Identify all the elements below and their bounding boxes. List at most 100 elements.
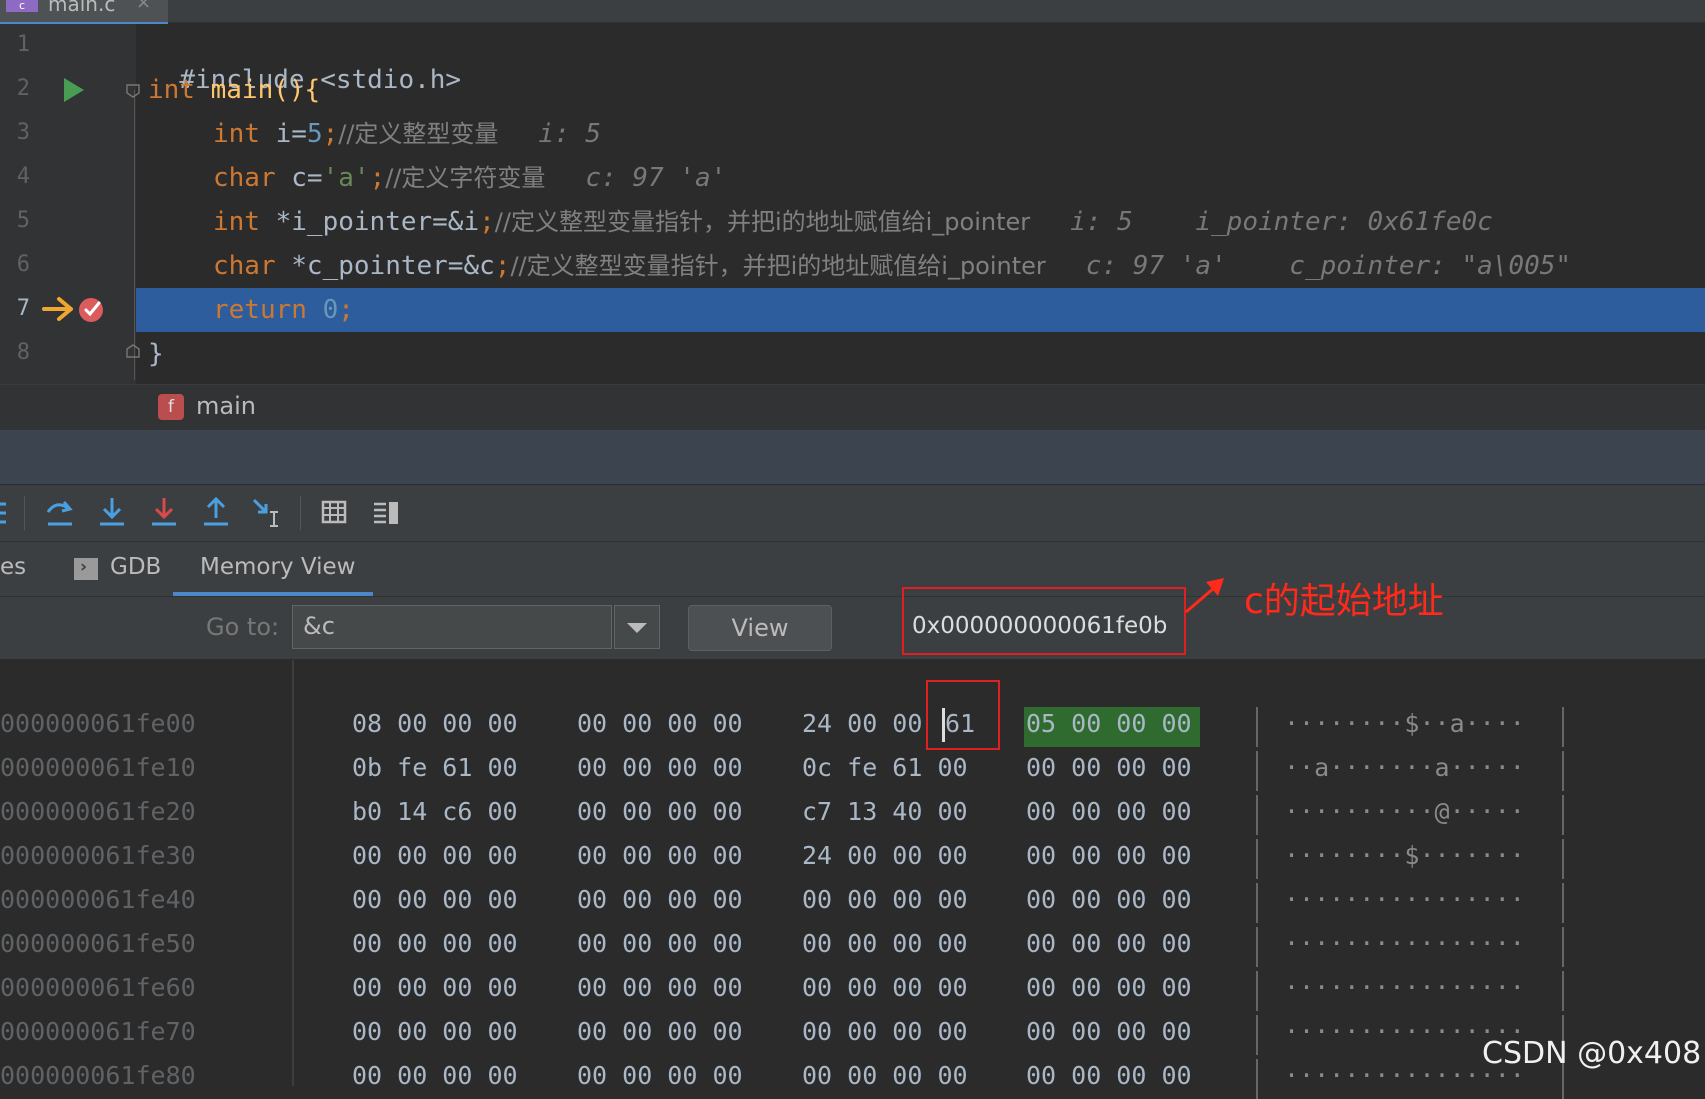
memory-address: 000000061fe50 [0,929,196,958]
code-line-5[interactable]: int *i_pointer=&i;//定义整型变量指针，并把i的地址赋值给i_… [213,205,1493,239]
view-button[interactable]: View [688,605,832,651]
hex-group[interactable]: 05 00 00 00 [1026,709,1192,738]
ascii-column[interactable]: ········$··a···· [1284,709,1525,738]
hex-group[interactable]: 00 00 00 00 [352,885,518,914]
ascii-column[interactable]: ················ [1284,973,1525,1002]
ascii-separator [1256,751,1258,791]
code-comment: //定义整型变量指针，并把i的地址赋值给i_pointer [510,252,1046,280]
annotation-highlight-box [926,680,1000,750]
run-gutter-icon[interactable] [64,78,84,102]
hex-group[interactable]: 00 00 00 00 [577,929,743,958]
evaluate-expression-icon[interactable] [316,494,352,530]
execution-line-highlight [136,288,1705,332]
goto-history-dropdown[interactable] [614,605,660,649]
keyword: int [213,119,260,149]
run-to-cursor-icon[interactable] [250,494,286,530]
semicolon: ; [479,207,495,237]
hex-group[interactable]: 00 00 00 00 [352,973,518,1002]
code-line-2[interactable]: int main(){ [148,73,320,107]
tab-partial[interactable]: es [0,554,26,580]
line-number: 4 [16,164,30,189]
code-text: *i_pointer=&i [259,207,480,237]
code-line-4[interactable]: char c='a';//定义字符变量 c: 97 'a' [213,161,726,195]
memory-address: 000000061fe60 [0,973,196,1002]
hex-group[interactable]: 00 00 00 00 [577,885,743,914]
hex-group[interactable]: 00 00 00 00 [1026,841,1192,870]
hex-group[interactable]: 00 00 00 00 [802,929,968,958]
keyword: return [213,295,307,325]
menu-lines-icon[interactable] [0,500,8,526]
ascii-column[interactable]: ··········@····· [1284,797,1525,826]
hex-group[interactable]: 00 00 00 00 [802,973,968,1002]
line-number: 8 [16,340,30,365]
hex-group[interactable]: 00 00 00 00 [352,1017,518,1046]
panel-splitter[interactable] [0,430,1705,485]
hex-group[interactable]: 0b fe 61 00 [352,753,518,782]
hex-group[interactable]: c7 13 40 00 [802,797,968,826]
console-icon: › [74,557,98,580]
hex-group[interactable]: 00 00 00 00 [577,797,743,826]
tab-memory-view[interactable]: Memory View [200,554,355,580]
force-step-into-icon[interactable] [146,494,182,530]
toolbar-separator [300,496,301,530]
hex-group[interactable]: 00 00 00 00 [577,973,743,1002]
hex-group[interactable]: 00 00 00 00 [1026,797,1192,826]
hex-group[interactable]: 00 00 00 00 [1026,885,1192,914]
hex-group[interactable]: 00 00 00 00 [1026,753,1192,782]
memory-address: 000000061fe20 [0,797,196,826]
tab-gdb[interactable]: GDB [110,554,161,580]
hex-group[interactable]: 00 00 00 00 [802,1017,968,1046]
hex-group[interactable]: 24 00 00 [802,709,937,738]
keyword: char [213,163,276,193]
hex-group[interactable]: b0 14 c6 00 [352,797,518,826]
hex-group[interactable]: 00 00 00 00 [1026,973,1192,1002]
hex-group[interactable]: 00 00 00 00 [352,841,518,870]
ascii-column[interactable]: ········$······· [1284,841,1525,870]
hex-group[interactable]: 00 00 00 00 [352,929,518,958]
semicolon: ; [369,163,386,193]
hex-group[interactable]: 00 00 00 00 [802,885,968,914]
goto-address-input[interactable]: &c [292,605,612,649]
fold-icon[interactable] [126,344,140,358]
ascii-separator [1256,707,1258,747]
inline-debug-value: i: 5 i_pointer: 0x61fe0c [1070,207,1493,237]
code-line-3[interactable]: int i=5;//定义整型变量 i: 5 [213,117,601,151]
step-out-icon[interactable] [198,494,234,530]
file-tab-main-c[interactable]: c main.c × [0,0,168,24]
breakpoint-icon[interactable] [78,295,106,323]
hex-group[interactable]: 24 00 00 00 [802,841,968,870]
layout-icon[interactable] [368,494,404,530]
hex-group[interactable]: 00 00 00 00 [1026,1017,1192,1046]
code-line-7[interactable]: return 0; [213,293,354,327]
code-comment: //定义字符变量 [385,164,546,192]
hex-group[interactable]: 00 00 00 00 [577,841,743,870]
hex-group[interactable]: 00 00 00 00 [577,753,743,782]
hex-group[interactable]: 08 00 00 00 [352,709,518,738]
ascii-column[interactable]: ················ [1284,885,1525,914]
goto-label: Go to: [206,613,280,641]
char-literal: 'a' [322,163,370,193]
ascii-column[interactable]: ··a·······a····· [1284,753,1525,782]
ascii-separator [1256,883,1258,923]
code-text: i= [259,119,307,149]
code-text: *c_pointer=&c [275,251,495,281]
code-line-6[interactable]: char *c_pointer=&c;//定义整型变量指针，并把i的地址赋值给i… [213,249,1571,283]
hex-group[interactable]: 00 00 00 00 [577,1017,743,1046]
function-signature: main(){ [194,75,321,105]
ascii-column[interactable]: ················ [1284,929,1525,958]
toolbar-separator [24,496,25,530]
step-over-icon[interactable] [42,494,78,530]
function-icon: f [158,394,184,420]
ascii-separator [1256,927,1258,967]
fold-guide [134,90,135,380]
hex-group[interactable]: 00 00 00 00 [577,709,743,738]
fold-icon[interactable] [126,84,140,98]
hex-group[interactable]: 00 00 00 00 [1026,929,1192,958]
breadcrumb-function[interactable]: main [196,392,256,420]
text-caret [942,708,945,742]
step-into-icon[interactable] [94,494,130,530]
code-line-8[interactable]: } [148,337,164,371]
close-tab-icon[interactable]: × [136,0,151,13]
line-number: 5 [16,208,30,233]
hex-group[interactable]: 0c fe 61 00 [802,753,968,782]
